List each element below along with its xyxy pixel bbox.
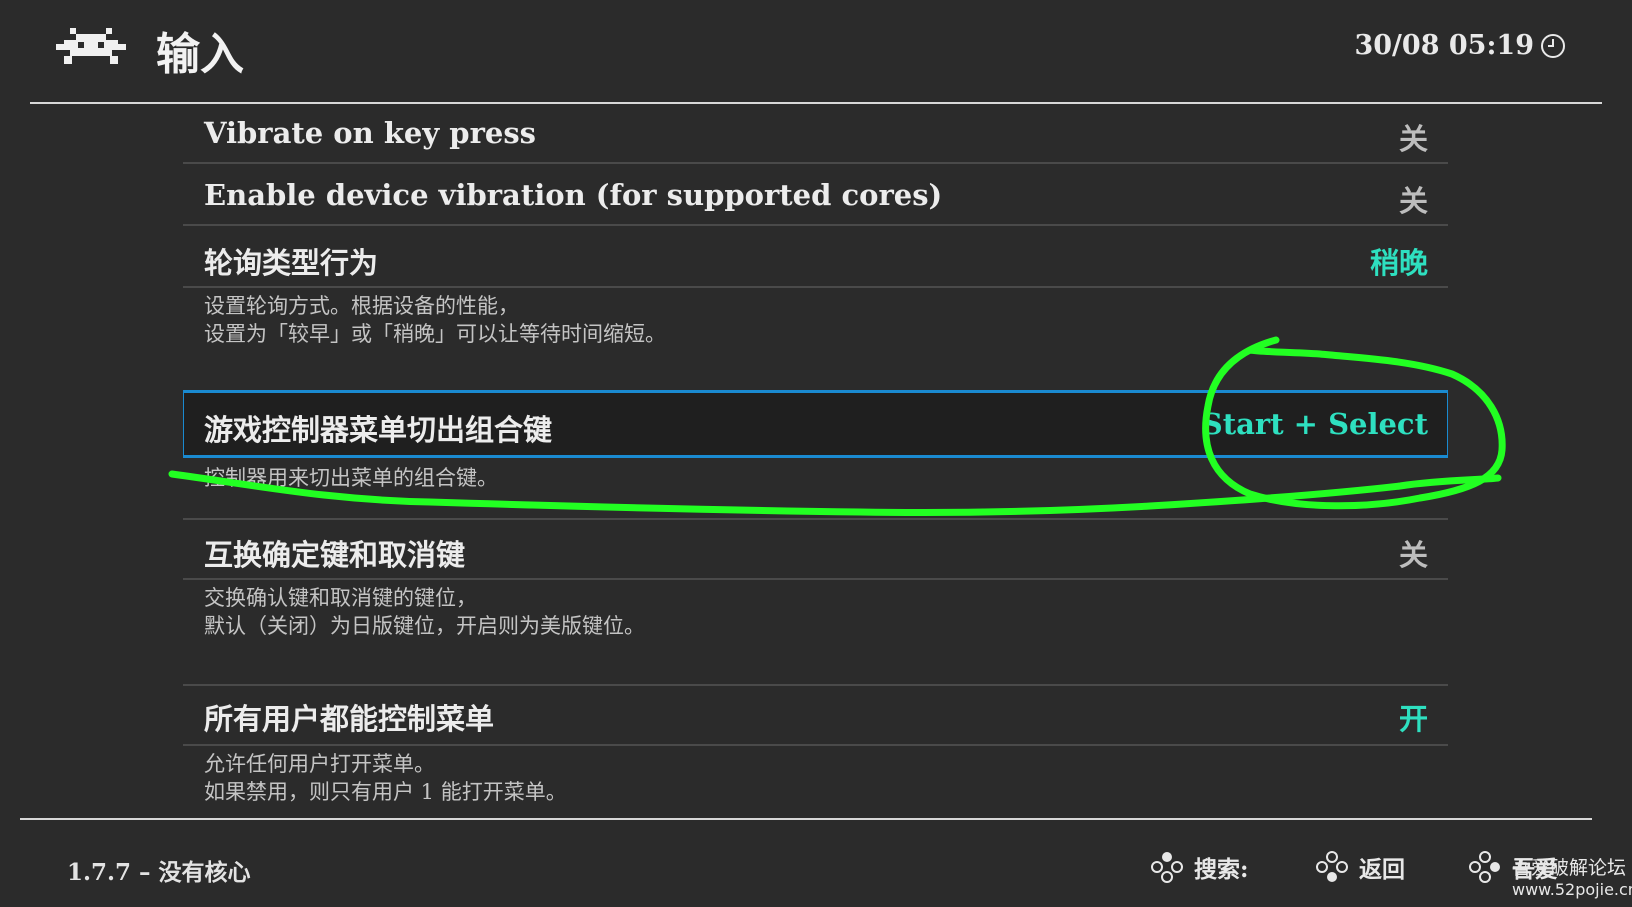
clock-text: 30/08 05:19: [1354, 30, 1534, 61]
setting-description: 设置轮询方式。根据设备的性能， 设置为「较早」或「稍晚」可以让等待时间缩短。: [204, 294, 666, 346]
back-action-label: 返回: [1359, 856, 1405, 883]
retroarch-input-settings: 输入 30/08 05:19 Vibrate on key press 关 En…: [0, 0, 1632, 907]
search-action-label: 搜索:: [1194, 856, 1249, 883]
settings-list[interactable]: Vibrate on key press 关 Enable device vib…: [183, 104, 1448, 818]
setting-label: Enable device vibration (for supported c…: [204, 178, 943, 212]
setting-label: 轮询类型行为: [204, 246, 379, 280]
watermark-line1: 吾爱破解论坛: [1512, 857, 1627, 879]
clock-icon: [1541, 33, 1565, 58]
setting-value[interactable]: 关: [1399, 532, 1428, 574]
gamepad-buttons-icon: [1469, 851, 1500, 883]
setting-description: 交换确认键和取消键的键位， 默认（关闭）为日版键位，开启则为美版键位。: [204, 586, 645, 638]
setting-label: 所有用户都能控制菜单: [204, 702, 495, 736]
footer-divider: [20, 818, 1592, 820]
gamepad-buttons-icon: [1316, 851, 1348, 882]
setting-value[interactable]: 关: [1399, 116, 1428, 158]
row-divider: [183, 578, 1448, 580]
setting-description: 控制器用来切出菜单的组合键。: [204, 466, 498, 490]
row-divider: [183, 162, 1448, 164]
setting-label: 游戏控制器菜单切出组合键: [204, 413, 553, 447]
setting-menu-toggle-combo[interactable]: 游戏控制器菜单切出组合键 Start + Select: [183, 390, 1448, 458]
setting-label: 互换确定键和取消键: [204, 538, 466, 572]
setting-value[interactable]: 开: [1399, 696, 1428, 738]
setting-value[interactable]: 稍晚: [1370, 240, 1428, 282]
setting-value[interactable]: Start + Select: [1202, 407, 1428, 441]
watermark-line2: www.52pojie.cn: [1512, 880, 1632, 899]
header: 输入 30/08 05:19: [0, 0, 1632, 104]
version-label: 1.7.7 – 没有核心: [67, 859, 251, 886]
back-action[interactable]: 返回: [1315, 850, 1405, 884]
setting-description: 允许任何用户打开菜单。 如果禁用，则只有用户 1 能打开菜单。: [204, 752, 567, 804]
row-divider: [183, 224, 1448, 226]
row-divider: [183, 286, 1448, 288]
setting-value[interactable]: 关: [1399, 178, 1428, 220]
watermark: 吾爱破解论坛 www.52pojie.cn: [1512, 857, 1632, 901]
setting-label: Vibrate on key press: [204, 116, 536, 150]
clock: 30/08 05:19: [1354, 30, 1566, 61]
row-divider: [183, 744, 1448, 746]
page-title: 输入: [156, 29, 244, 80]
gamepad-buttons-icon: [1151, 852, 1183, 883]
space-invader-icon: [56, 28, 126, 64]
search-action[interactable]: 搜索:: [1150, 850, 1249, 884]
